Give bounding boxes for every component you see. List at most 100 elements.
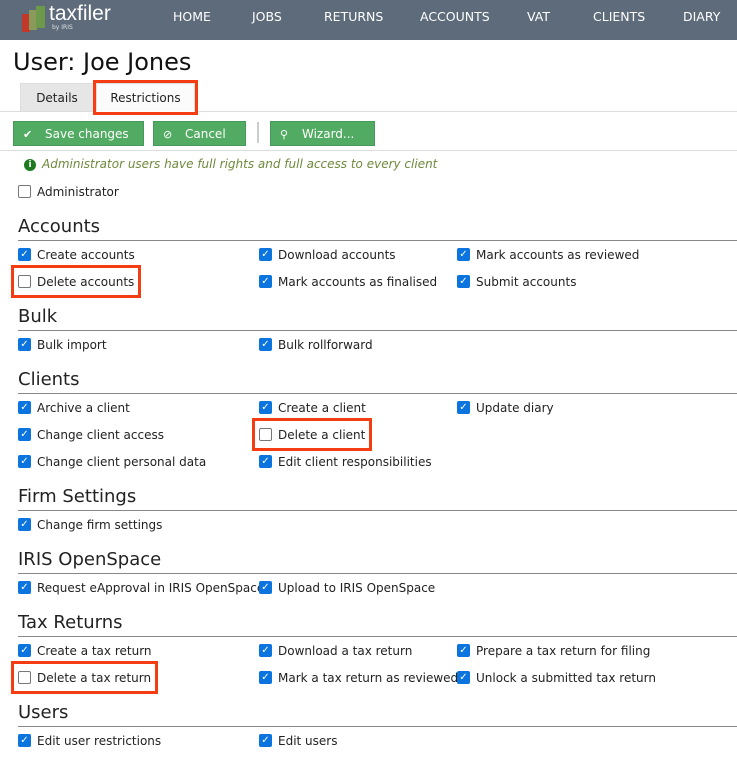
permission-label: Mark accounts as reviewed xyxy=(476,247,640,262)
tab-restrictions[interactable]: Restrictions xyxy=(93,80,198,115)
permission-item[interactable]: ✓ Submit accounts xyxy=(453,268,580,295)
checkmark-icon: ✔ xyxy=(23,128,33,141)
nav-home[interactable]: HOME xyxy=(173,0,211,40)
permission-item[interactable]: ✓ Update diary xyxy=(453,394,558,421)
checkbox-checked[interactable]: ✓ xyxy=(18,581,31,594)
permission-item[interactable]: ✓ Mark a tax return as reviewed xyxy=(255,664,462,691)
permission-label: Request eApproval in IRIS OpenSpace xyxy=(37,580,265,595)
permission-item[interactable]: ✓ Upload to IRIS OpenSpace xyxy=(255,574,439,601)
checkbox-unchecked[interactable] xyxy=(259,428,272,441)
checkbox-checked[interactable]: ✓ xyxy=(259,734,272,747)
permission-item[interactable]: ✓ Download accounts xyxy=(255,241,400,268)
permission-item[interactable]: ✓ Edit user restrictions xyxy=(14,727,165,754)
checkbox-checked[interactable]: ✓ xyxy=(259,581,272,594)
checkbox-checked[interactable]: ✓ xyxy=(259,275,272,288)
section-clients: Clients ✓ Archive a client ✓ Create a client… xyxy=(0,368,737,475)
checkbox-checked[interactable]: ✓ xyxy=(18,518,31,531)
checkbox-checked[interactable]: ✓ xyxy=(259,455,272,468)
checkbox-checked[interactable]: ✓ xyxy=(18,401,31,414)
checkbox-checked[interactable]: ✓ xyxy=(18,455,31,468)
permission-item[interactable]: Delete a tax return xyxy=(10,661,159,694)
permission-item[interactable]: ✓ Archive a client xyxy=(14,394,134,421)
permission-row: ✓ Change firm settings xyxy=(0,511,737,538)
permission-row: ✓ Edit user restrictions ✓ Edit users xyxy=(0,727,737,754)
tab-details[interactable]: Details xyxy=(20,83,94,112)
section-users: Users ✓ Edit user restrictions ✓ Edit users xyxy=(0,701,737,754)
save-label: Save changes xyxy=(45,127,129,141)
permission-label: Archive a client xyxy=(37,400,130,415)
permission-item[interactable]: ✓ Request eApproval in IRIS OpenSpace xyxy=(14,574,268,601)
checkbox-checked[interactable]: ✓ xyxy=(457,644,470,657)
permission-item[interactable]: ✓ Mark accounts as finalised xyxy=(255,268,441,295)
permission-label: Edit user restrictions xyxy=(37,733,162,748)
permission-item[interactable]: ✓ Change client access xyxy=(14,421,168,448)
permission-item[interactable]: ✓ Create a tax return xyxy=(14,637,156,664)
save-changes-button[interactable]: ✔ Save changes xyxy=(13,121,144,146)
permission-item[interactable]: ✓ Change firm settings xyxy=(14,511,166,538)
checkbox-unchecked[interactable] xyxy=(18,671,31,684)
checkbox-checked[interactable]: ✓ xyxy=(259,644,272,657)
wizard-label: Wizard... xyxy=(302,127,355,141)
checkbox-checked[interactable]: ✓ xyxy=(18,734,31,747)
permission-item[interactable]: ✓ Edit client responsibilities xyxy=(255,448,436,475)
wizard-button[interactable]: ⚲ Wizard... xyxy=(270,121,375,146)
permission-row: ✓ Archive a client ✓ Create a client ✓ Update… xyxy=(0,394,737,421)
permission-label: Mark accounts as finalised xyxy=(278,274,438,289)
checkbox-unchecked[interactable] xyxy=(18,275,31,288)
checkbox-checked[interactable]: ✓ xyxy=(457,275,470,288)
permission-item[interactable]: Delete accounts xyxy=(10,265,142,298)
permission-row: ✓ Bulk import ✓ Bulk rollforward xyxy=(0,331,737,358)
permission-item[interactable]: ✓ Edit users xyxy=(255,727,341,754)
permission-item[interactable]: Delete a client xyxy=(251,418,373,451)
tab-bar: Details Restrictions xyxy=(0,80,737,115)
permission-row: Delete accounts ✓ Mark accounts as finalis… xyxy=(0,265,737,298)
checkbox-checked[interactable]: ✓ xyxy=(18,248,31,261)
section-heading: Accounts xyxy=(18,215,737,241)
checkbox-checked[interactable]: ✓ xyxy=(18,644,31,657)
section-heading: Tax Returns xyxy=(18,611,737,637)
checkbox-checked[interactable]: ✓ xyxy=(259,671,272,684)
nav-clients[interactable]: CLIENTS xyxy=(593,0,645,40)
page-title: User: Joe Jones xyxy=(13,48,192,76)
taxfiler-logo[interactable]: taxfiler by IRIS xyxy=(22,3,111,34)
nav-jobs[interactable]: JOBS xyxy=(252,0,282,40)
permission-label: Change client access xyxy=(37,427,164,442)
permission-label: Unlock a submitted tax return xyxy=(476,670,656,685)
administrator-checkbox[interactable] xyxy=(18,185,31,198)
permission-item[interactable]: ✓ Unlock a submitted tax return xyxy=(453,664,660,691)
permission-item[interactable]: ✓ Mark accounts as reviewed xyxy=(453,241,643,268)
permission-label: Create accounts xyxy=(37,247,135,262)
permission-item[interactable]: ✓ Bulk rollforward xyxy=(255,331,377,358)
permission-item[interactable]: ✓ Prepare a tax return for filing xyxy=(453,637,654,664)
permission-label: Download accounts xyxy=(278,247,396,262)
checkbox-checked[interactable]: ✓ xyxy=(457,671,470,684)
section-firm-settings: Firm Settings ✓ Change firm settings xyxy=(0,485,737,538)
permission-item[interactable]: ✓ Download a tax return xyxy=(255,637,416,664)
checkbox-checked[interactable]: ✓ xyxy=(18,338,31,351)
permission-item[interactable]: ✓ Bulk import xyxy=(14,331,111,358)
permission-row: ✓ Change client personal data ✓ Edit client… xyxy=(0,448,737,475)
nav-accounts[interactable]: ACCOUNTS xyxy=(420,0,490,40)
permission-item[interactable]: ✓ Create a client xyxy=(255,394,370,421)
permission-item[interactable]: ✓ Change client personal data xyxy=(14,448,210,475)
cancel-icon: ⊘ xyxy=(163,128,173,141)
checkbox-checked[interactable]: ✓ xyxy=(259,338,272,351)
permission-label: Mark a tax return as reviewed xyxy=(278,670,459,685)
permission-label: Delete a client xyxy=(278,427,366,442)
checkbox-checked[interactable]: ✓ xyxy=(259,248,272,261)
checkbox-checked[interactable]: ✓ xyxy=(18,428,31,441)
info-message: i Administrator users have full rights an… xyxy=(24,157,437,171)
permission-label: Change client personal data xyxy=(37,454,207,469)
permission-label: Delete a tax return xyxy=(37,670,152,685)
info-text: Administrator users have full rights and… xyxy=(42,157,438,171)
administrator-checkbox-row[interactable]: Administrator xyxy=(18,178,119,205)
nav-diary[interactable]: DIARY xyxy=(683,0,720,40)
nav-vat[interactable]: VAT xyxy=(527,0,550,40)
checkbox-checked[interactable]: ✓ xyxy=(457,401,470,414)
checkbox-checked[interactable]: ✓ xyxy=(259,401,272,414)
permission-item[interactable]: ✓ Create accounts xyxy=(14,241,139,268)
permission-row: ✓ Change client access Delete a client xyxy=(0,418,737,451)
cancel-button[interactable]: ⊘ Cancel xyxy=(153,121,246,146)
nav-returns[interactable]: RETURNS xyxy=(324,0,383,40)
checkbox-checked[interactable]: ✓ xyxy=(457,248,470,261)
